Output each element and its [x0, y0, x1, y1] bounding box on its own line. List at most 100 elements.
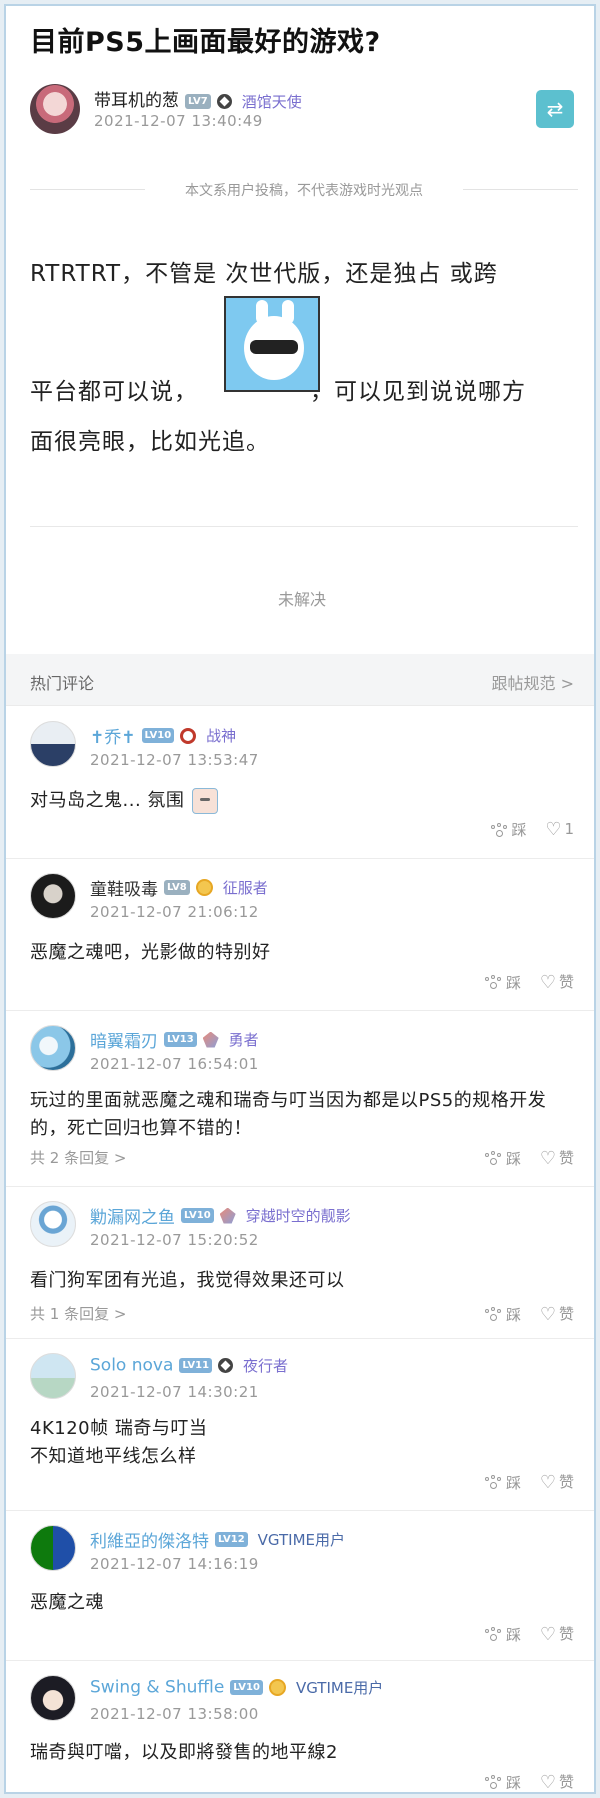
comments-header: 热门评论 跟帖规范 >: [6, 654, 594, 706]
comment-text: 恶魔之魂吧，光影做的特别好: [30, 942, 271, 963]
dislike-button[interactable]: 踩: [484, 1772, 521, 1793]
user-tag: VGTIME用户: [257, 1531, 346, 1549]
comment-time: 2021-12-07 13:58:00: [90, 1705, 259, 1723]
comment-author: 暗翼霜刃 LV13 勇者: [90, 1027, 259, 1052]
author-avatar[interactable]: [30, 84, 80, 134]
like-button[interactable]: ♡ 赞: [540, 971, 574, 993]
coin-icon: [268, 1679, 286, 1696]
god-of-war-icon: [180, 727, 197, 744]
comment-author-name[interactable]: 暗翼霜刃: [90, 1032, 158, 1052]
comment-time: 2021-12-07 14:16:19: [90, 1555, 259, 1573]
comment-text: 玩过的里面就恶魔之魂和瑞奇与叮当因为都是以PS5的规格开发的，死亡回归也算不错的…: [30, 1090, 547, 1139]
comment-item: Solo nova LV11 夜行者 2021-12-07 14:30:21 4K1…: [6, 1339, 594, 1511]
comment-author-name[interactable]: 利維亞的傑洛特: [90, 1532, 209, 1552]
comment-text: 对马岛之鬼... 氛围: [30, 787, 580, 815]
avatar[interactable]: [30, 873, 76, 919]
user-tag: VGTIME用户: [295, 1679, 384, 1697]
dislike-button[interactable]: 踩: [484, 1624, 521, 1645]
comment-author: Swing & Shuffle LV10 VGTIME用户: [90, 1677, 383, 1698]
comment-author: Solo nova LV11 夜行者: [90, 1355, 288, 1376]
comment-item: 利維亞的傑洛特 LV12 VGTIME用户 2021-12-07 14:16:19 …: [6, 1511, 594, 1661]
comment-time: 2021-12-07 14:30:21: [90, 1383, 259, 1401]
post-body-text: ，可以见到说说哪方: [310, 379, 526, 405]
comments-title: 热门评论: [30, 674, 95, 693]
shield-icon: [216, 93, 232, 109]
dislike-button[interactable]: 踩: [484, 972, 521, 993]
heart-icon: ♡: [539, 1624, 556, 1645]
comment-actions: 踩 ♡ 赞: [470, 1303, 574, 1325]
comment-text-body: 对马岛之鬼... 氛围: [30, 790, 185, 811]
author-tag: 酒馆天使: [241, 92, 302, 111]
comment-author-name[interactable]: 勦漏网之鱼: [90, 1208, 175, 1228]
heart-icon: ♡: [545, 819, 562, 840]
comment-actions: 踩 ♡ 赞: [470, 1623, 574, 1645]
comment-actions: 踩 ♡ 赞: [470, 971, 574, 993]
heart-icon: ♡: [539, 1772, 556, 1793]
comment-time: 2021-12-07 21:06:12: [90, 903, 259, 921]
comment-item: 暗翼霜刃 LV13 勇者 2021-12-07 16:54:01 玩过的里面就恶魔之…: [6, 1011, 594, 1187]
comment-author-name[interactable]: ✝乔✝: [90, 728, 136, 748]
dislike-button[interactable]: 踩: [484, 1472, 521, 1493]
avatar[interactable]: [30, 1025, 76, 1071]
paw-icon: [484, 1307, 502, 1323]
avatar[interactable]: [30, 1675, 76, 1721]
reply-count-link[interactable]: 共 1 条回复 >: [30, 1303, 126, 1324]
avatar[interactable]: [30, 721, 76, 767]
like-button[interactable]: ♡ 赞: [540, 1471, 574, 1493]
paw-icon: [484, 1151, 502, 1167]
heart-icon: ♡: [539, 1148, 556, 1169]
author-info: 带耳机的葱 LV7 酒馆天使: [94, 86, 302, 112]
avatar[interactable]: [30, 1525, 76, 1571]
paw-icon: [484, 1475, 502, 1491]
status-label: 未解决: [277, 590, 326, 609]
comment-author-name[interactable]: Swing & Shuffle: [90, 1678, 224, 1698]
post-time: 2021-12-07 13:40:49: [94, 112, 263, 130]
like-button[interactable]: ♡ 赞: [539, 1771, 574, 1793]
paw-icon: [484, 1775, 502, 1791]
heart-icon: ♡: [539, 1472, 556, 1493]
swap-button[interactable]: ⇄: [536, 90, 574, 128]
comment-text: 看门狗军团有光追，我觉得效果还可以: [30, 1270, 345, 1291]
avatar[interactable]: [30, 1353, 76, 1399]
user-tag: 勇者: [228, 1031, 259, 1049]
comment-item: ✝乔✝ LV10 战神 2021-12-07 13:53:47 对马岛之鬼... 氛…: [6, 707, 594, 859]
comment-item: 勦漏网之鱼 LV10 穿越时空的靓影 2021-12-07 15:20:52 看门狗…: [6, 1187, 594, 1339]
user-tag: 征服者: [222, 879, 268, 897]
level-badge: LV13: [164, 1032, 197, 1047]
comment-actions: 踩 ♡ 赞: [470, 1771, 574, 1793]
avatar[interactable]: [30, 1201, 76, 1247]
level-badge: LV10: [230, 1680, 263, 1695]
post-page: 目前PS5上画面最好的游戏? 带耳机的葱 LV7 酒馆天使 2021-12-07 1…: [4, 4, 596, 1794]
paw-icon: [484, 1627, 502, 1643]
like-button[interactable]: ♡ 赞: [540, 1623, 574, 1645]
dislike-button[interactable]: 踩: [484, 1148, 521, 1169]
comment-text: 瑞奇與叮噹，以及即將發售的地平線2: [30, 1742, 338, 1763]
comment-text: 4K120帧 瑞奇与叮当 不知道地平线怎么样: [30, 1418, 208, 1467]
comment-item: Swing & Shuffle LV10 VGTIME用户 2021-12-07 1…: [6, 1661, 594, 1793]
user-tag: 战神: [206, 727, 237, 745]
comment-text: 恶魔之魂: [30, 1592, 104, 1613]
comment-author-name[interactable]: 童鞋吸毒: [90, 880, 158, 900]
user-tag: 穿越时空的靓影: [245, 1207, 351, 1225]
rules-link[interactable]: 跟帖规范 >: [492, 670, 575, 694]
emoji-sticker-icon: [192, 788, 219, 814]
gem-icon: [219, 1207, 236, 1224]
sunglasses-bunny-sticker: [224, 296, 320, 392]
like-button[interactable]: ♡ 赞: [540, 1303, 574, 1325]
level-badge: LV8: [164, 880, 190, 895]
like-button[interactable]: ♡ 1: [545, 819, 574, 840]
comment-author: ✝乔✝ LV10 战神: [90, 723, 236, 748]
author-name[interactable]: 带耳机的葱: [94, 91, 179, 111]
comment-item: 童鞋吸毒 LV8 征服者 2021-12-07 21:06:12 恶魔之魂吧，光影做…: [6, 859, 594, 1011]
comment-actions: 踩 ♡ 赞: [470, 1471, 574, 1493]
gem-icon: [202, 1031, 219, 1048]
level-badge: LV10: [141, 728, 175, 743]
heart-icon: ♡: [539, 972, 556, 993]
dislike-button[interactable]: 踩: [490, 819, 527, 840]
like-button[interactable]: ♡ 赞: [540, 1147, 574, 1169]
comment-author-name[interactable]: Solo nova: [90, 1356, 173, 1376]
level-badge: LV11: [179, 1358, 213, 1373]
reply-count-link[interactable]: 共 2 条回复 >: [30, 1147, 126, 1168]
dislike-button[interactable]: 踩: [484, 1304, 521, 1325]
user-tag: 夜行者: [243, 1357, 289, 1375]
